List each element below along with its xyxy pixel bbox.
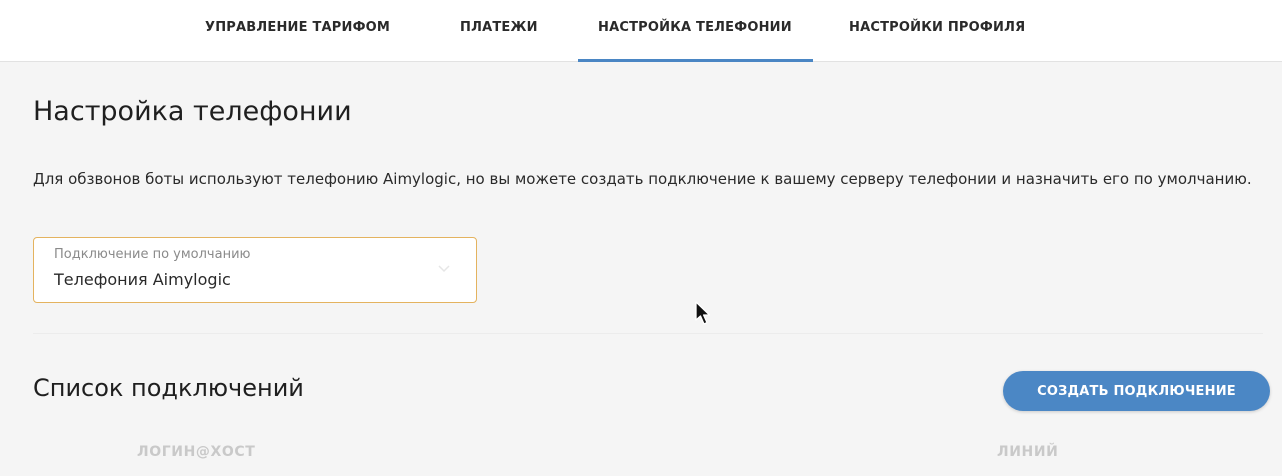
tab-tariff-management[interactable]: УПРАВЛЕНИЕ ТАРИФОМ xyxy=(205,0,390,62)
tab-payments[interactable]: ПЛАТЕЖИ xyxy=(460,0,538,62)
create-connection-button[interactable]: СОЗДАТЬ ПОДКЛЮЧЕНИЕ xyxy=(1003,371,1270,411)
default-connection-select[interactable]: Подключение по умолчанию Телефония Aimyl… xyxy=(33,237,477,303)
column-header-lines: ЛИНИЙ xyxy=(997,444,1059,460)
default-connection-label: Подключение по умолчанию xyxy=(54,247,251,262)
default-connection-value: Телефония Aimylogic xyxy=(54,270,231,289)
top-navigation: УПРАВЛЕНИЕ ТАРИФОМ ПЛАТЕЖИ НАСТРОЙКА ТЕЛ… xyxy=(0,0,1282,62)
chevron-down-icon xyxy=(438,265,450,273)
page-title: Настройка телефонии xyxy=(33,96,352,127)
tab-telephony-settings[interactable]: НАСТРОЙКА ТЕЛЕФОНИИ xyxy=(578,0,813,62)
section-divider xyxy=(33,333,1263,334)
connections-list-title: Список подключений xyxy=(33,374,304,402)
mouse-cursor-icon xyxy=(695,301,711,325)
page-description: Для обзвонов боты используют телефонию A… xyxy=(33,170,1252,188)
column-header-login-host: ЛОГИН@ХОСТ xyxy=(137,444,256,460)
tab-profile-settings[interactable]: НАСТРОЙКИ ПРОФИЛЯ xyxy=(849,0,1025,62)
